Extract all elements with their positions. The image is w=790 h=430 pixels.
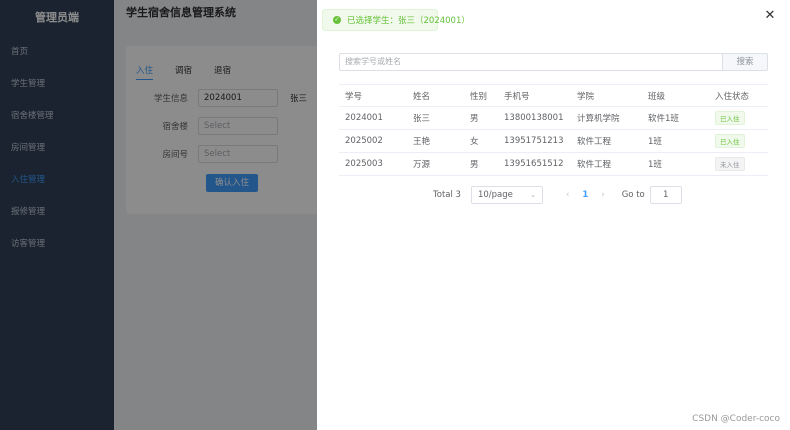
watermark: CSDN @Coder-coco [692,414,780,424]
check-circle-icon: ✓ [333,16,341,24]
toast-message: 已选择学生：张三（2024001） [347,16,470,26]
page-number[interactable]: 1 [582,190,588,200]
status-badge: 已入住 [715,111,745,125]
table-row[interactable]: 2025002 王艳 女 13951751213 软件工程 1班 已入住 [339,129,768,153]
search-input[interactable]: 搜索学号或姓名 [339,53,722,71]
table-row[interactable]: 2024001 张三 男 13800138001 计算机学院 软件1班 已入住 [339,106,768,130]
cell-name: 张三 [407,106,464,130]
cell-college: 计算机学院 [571,106,642,130]
col-college: 学院 [571,84,642,107]
page-size-select[interactable]: 10/page ⌄ [470,186,543,204]
cell-class: 软件1班 [642,106,709,130]
table-header: 学号 姓名 性别 手机号 学院 班级 入住状态 [339,84,768,107]
table-row[interactable]: 2025003 万源 男 13951651512 软件工程 1班 未入住 [339,152,768,176]
chevron-down-icon: ⌄ [530,191,536,199]
cell-class: 1班 [642,129,709,153]
cell-id: 2025002 [339,129,407,153]
col-status: 入住状态 [709,84,768,107]
cell-phone: 13800138001 [498,106,571,130]
col-phone: 手机号 [498,84,571,107]
goto-page-input[interactable]: 1 [649,186,682,204]
cell-phone: 13951751213 [498,129,571,153]
cell-class: 1班 [642,152,709,176]
col-class: 班级 [642,84,709,107]
cell-id: 2024001 [339,106,407,130]
cell-id: 2025003 [339,152,407,176]
pagination: Total 3 10/page ⌄ ‹ 1 › Go to 1 [433,186,682,204]
student-select-drawer: ✕ 搜索学号或姓名 搜索 学号 姓名 性别 手机号 学院 班级 入住状态 202… [317,0,790,430]
page-size-value: 10/page [477,190,513,200]
search-row: 搜索学号或姓名 搜索 [339,53,768,71]
status-badge: 未入住 [715,157,745,171]
close-icon[interactable]: ✕ [764,9,776,22]
cell-college: 软件工程 [571,152,642,176]
col-gender: 性别 [464,84,498,107]
cell-status: 已入住 [709,129,768,153]
next-page-icon[interactable]: › [601,190,604,200]
cell-name: 万源 [407,152,464,176]
student-table: 学号 姓名 性别 手机号 学院 班级 入住状态 2024001 张三 男 138… [339,84,768,176]
cell-status: 已入住 [709,106,768,130]
success-toast: ✓ 已选择学生：张三（2024001） [322,9,470,31]
cell-status: 未入住 [709,152,768,176]
search-button[interactable]: 搜索 [722,53,768,71]
col-name: 姓名 [407,84,464,107]
prev-page-icon[interactable]: ‹ [566,190,569,200]
cell-phone: 13951651512 [498,152,571,176]
cell-name: 王艳 [407,129,464,153]
goto-label: Go to [621,190,645,200]
pagination-total: Total 3 [433,190,461,200]
col-id: 学号 [339,84,407,107]
cell-gender: 男 [464,106,498,130]
cell-college: 软件工程 [571,129,642,153]
cell-gender: 男 [464,152,498,176]
status-badge: 已入住 [715,134,745,148]
cell-gender: 女 [464,129,498,153]
